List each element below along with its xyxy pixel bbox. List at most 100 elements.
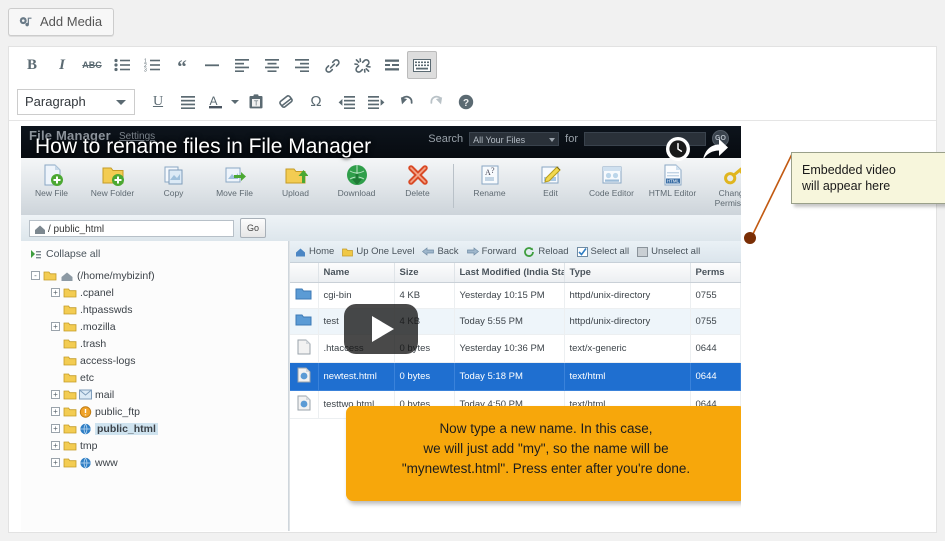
expand-toggle-icon[interactable]: +: [51, 441, 60, 450]
home-nav[interactable]: Home: [295, 246, 334, 257]
tree-node--htpasswds[interactable]: .htpasswds: [29, 301, 288, 318]
html-editor-tool[interactable]: HTML HTML Editor: [642, 162, 703, 199]
blockquote-button[interactable]: “: [167, 51, 197, 79]
expand-toggle-icon[interactable]: -: [31, 271, 40, 280]
expand-toggle-icon[interactable]: +: [51, 424, 60, 433]
align-left-button[interactable]: [227, 51, 257, 79]
html-file-icon: [290, 362, 319, 391]
copy-tool[interactable]: Copy: [143, 162, 204, 199]
tree-node-public_ftp[interactable]: + public_ftp: [29, 403, 288, 420]
column-header-last-modified-india-stan[interactable]: Last Modified (India Stan: [454, 263, 565, 283]
read-more-button[interactable]: [377, 51, 407, 79]
paste-as-text-button[interactable]: T: [241, 88, 271, 116]
editor-toolbar-row-1: B I ABC 123 “: [9, 47, 936, 83]
bulleted-list-button[interactable]: [107, 51, 137, 79]
media-icon: [18, 15, 33, 30]
svg-text:T: T: [254, 100, 259, 107]
reload-nav[interactable]: Reload: [524, 246, 569, 257]
annotation-line-2: will appear here: [802, 179, 891, 193]
insert-link-button[interactable]: [317, 51, 347, 79]
tree-node-tmp[interactable]: + tmp: [29, 437, 288, 454]
new-folder-tool[interactable]: New Folder: [82, 162, 143, 199]
bold-button[interactable]: B: [17, 51, 47, 79]
up-one-level-nav[interactable]: Up One Level: [342, 246, 414, 257]
file-perms-cell: 0644: [690, 362, 741, 391]
tree-node-access-logs[interactable]: access-logs: [29, 352, 288, 369]
special-character-button[interactable]: Ω: [301, 88, 331, 116]
delete-tool[interactable]: Delete: [387, 162, 448, 199]
move-file-tool[interactable]: Move File: [204, 162, 265, 199]
embedded-video-thumbnail[interactable]: File Manager Settings Search All Your Fi…: [21, 126, 741, 531]
collapse-all-button[interactable]: Collapse all: [29, 248, 288, 260]
horizontal-rule-button[interactable]: [197, 51, 227, 79]
file-row[interactable]: newtest.html 0 bytes Today 5:18 PM text/htm…: [290, 362, 741, 391]
keyboard-shortcuts-button[interactable]: ?: [451, 88, 481, 116]
align-center-button[interactable]: [257, 51, 287, 79]
play-button[interactable]: [344, 303, 418, 354]
expand-toggle-icon[interactable]: +: [51, 407, 60, 416]
tree-node-icons: [63, 287, 77, 299]
column-header-icon[interactable]: [290, 263, 319, 283]
tree-node-root[interactable]: - (/home/mybizinf): [29, 267, 288, 284]
path-input[interactable]: / public_html: [29, 219, 234, 237]
align-left-icon: [235, 59, 249, 72]
column-header-type[interactable]: Type: [564, 263, 691, 283]
numbered-list-button[interactable]: 123: [137, 51, 167, 79]
tree-node--trash[interactable]: .trash: [29, 335, 288, 352]
upload-tool[interactable]: Upload: [265, 162, 326, 199]
tree-node-public_html[interactable]: + public_html: [29, 420, 288, 437]
add-media-label: Add Media: [40, 14, 103, 29]
code-editor-tool[interactable]: Code Editor: [581, 162, 642, 199]
tool-label: Upload: [282, 188, 309, 198]
tree-node-icons: [63, 338, 77, 350]
underline-button[interactable]: U: [143, 88, 173, 116]
tree-node--cpanel[interactable]: + .cpanel: [29, 284, 288, 301]
format-select[interactable]: Paragraph: [17, 88, 135, 115]
numbered-list-icon: 123: [144, 58, 160, 72]
download-tool[interactable]: Download: [326, 162, 387, 199]
expand-toggle-icon[interactable]: +: [51, 458, 60, 467]
column-header-size[interactable]: Size: [394, 263, 455, 283]
callout-line-1: Now type a new name. In this case,: [439, 421, 653, 436]
outdent-button[interactable]: [331, 88, 361, 116]
tree-node-etc[interactable]: etc: [29, 369, 288, 386]
clear-formatting-button[interactable]: [271, 88, 301, 116]
new-file-tool[interactable]: New File: [21, 162, 82, 199]
nav-label: Reload: [538, 246, 569, 257]
expand-toggle-icon[interactable]: +: [51, 390, 60, 399]
forward-nav[interactable]: Forward: [466, 246, 516, 257]
path-go-button[interactable]: Go: [240, 218, 266, 238]
indent-button[interactable]: [361, 88, 391, 116]
text-color-button[interactable]: A: [203, 88, 227, 116]
column-header-name[interactable]: Name: [318, 263, 395, 283]
unlink-button[interactable]: [347, 51, 377, 79]
tree-node-www[interactable]: + www: [29, 454, 288, 471]
redo-button[interactable]: [421, 88, 451, 116]
tree-node-mail[interactable]: + mail: [29, 386, 288, 403]
justify-button[interactable]: [173, 88, 203, 116]
column-header-perms[interactable]: Perms: [690, 263, 741, 283]
select-all-nav[interactable]: Select all: [576, 246, 629, 257]
expand-toggle-icon[interactable]: +: [51, 322, 60, 331]
back-nav[interactable]: Back: [422, 246, 459, 257]
expand-toggle-icon[interactable]: +: [51, 288, 60, 297]
chevron-down-icon: [116, 99, 126, 105]
undo-button[interactable]: [391, 88, 421, 116]
strikethrough-button[interactable]: ABC: [77, 51, 107, 79]
change-permissions-tool[interactable]: Change Permiss...: [703, 162, 741, 208]
edit-tool[interactable]: Edit: [520, 162, 581, 199]
rename-tool[interactable]: A? Rename: [459, 162, 520, 199]
code-editor-icon: [581, 162, 642, 187]
search-scope-select[interactable]: All Your Files: [469, 131, 560, 146]
toolbar-toggle-button[interactable]: [407, 51, 437, 79]
unselect-all-nav[interactable]: Unselect all: [637, 246, 700, 257]
italic-button[interactable]: I: [47, 51, 77, 79]
tree-node--mozilla[interactable]: + .mozilla: [29, 318, 288, 335]
add-media-button[interactable]: Add Media: [8, 8, 115, 36]
add-media-bar: Add Media: [8, 8, 115, 36]
file-manager-toolbar: New File New Folder Copy Move File Uploa…: [21, 158, 741, 215]
watch-later-icon[interactable]: [665, 136, 691, 167]
align-right-button[interactable]: [287, 51, 317, 79]
text-color-dropdown[interactable]: [227, 88, 241, 116]
share-icon[interactable]: [701, 136, 729, 167]
